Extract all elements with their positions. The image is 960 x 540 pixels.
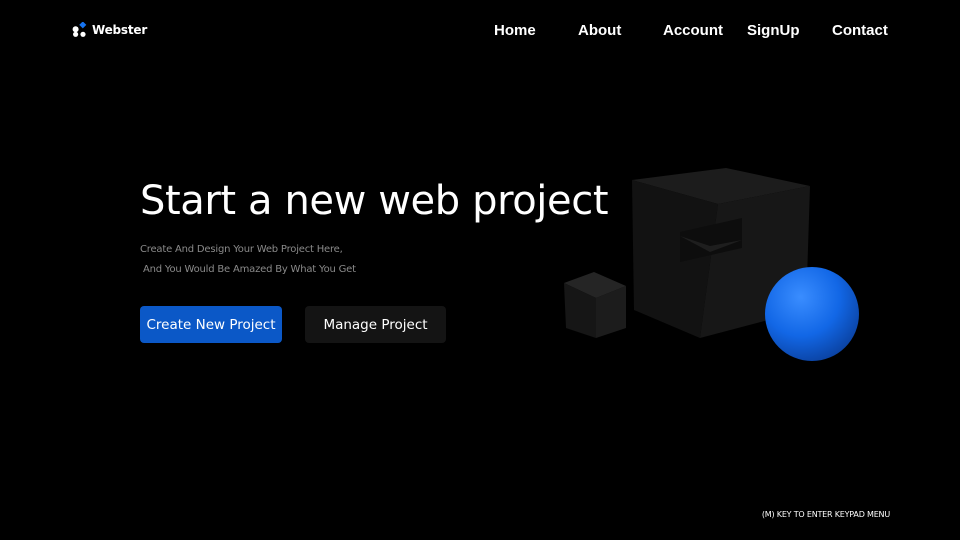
create-new-project-button[interactable]: Create New Project bbox=[140, 306, 282, 343]
small-cube-shape bbox=[564, 272, 626, 338]
nav-about[interactable]: About bbox=[578, 22, 621, 39]
hero-title: Start a new web project bbox=[140, 178, 609, 224]
brand-name: Webster bbox=[92, 22, 148, 37]
brand-logo[interactable]: Webster bbox=[72, 22, 147, 37]
nav-contact[interactable]: Contact bbox=[832, 22, 888, 39]
nav-home[interactable]: Home bbox=[494, 22, 536, 39]
nav-signup[interactable]: SignUp bbox=[747, 22, 800, 39]
hero-subtitle-line-1: Create And Design Your Web Project Here, bbox=[140, 244, 343, 255]
landing-page: Webster Home About Account SignUp Contac… bbox=[0, 0, 960, 540]
manage-project-button[interactable]: Manage Project bbox=[305, 306, 446, 343]
blue-sphere-shape bbox=[765, 267, 859, 361]
hero-3d-illustration bbox=[564, 168, 859, 361]
keypad-hint: (M) KEY TO ENTER KEYPAD MENU bbox=[761, 510, 890, 519]
hero-subtitle-line-2: And You Would Be Amazed By What You Get bbox=[140, 264, 356, 275]
dots-logo-icon bbox=[72, 22, 87, 37]
nav-account[interactable]: Account bbox=[663, 22, 723, 39]
